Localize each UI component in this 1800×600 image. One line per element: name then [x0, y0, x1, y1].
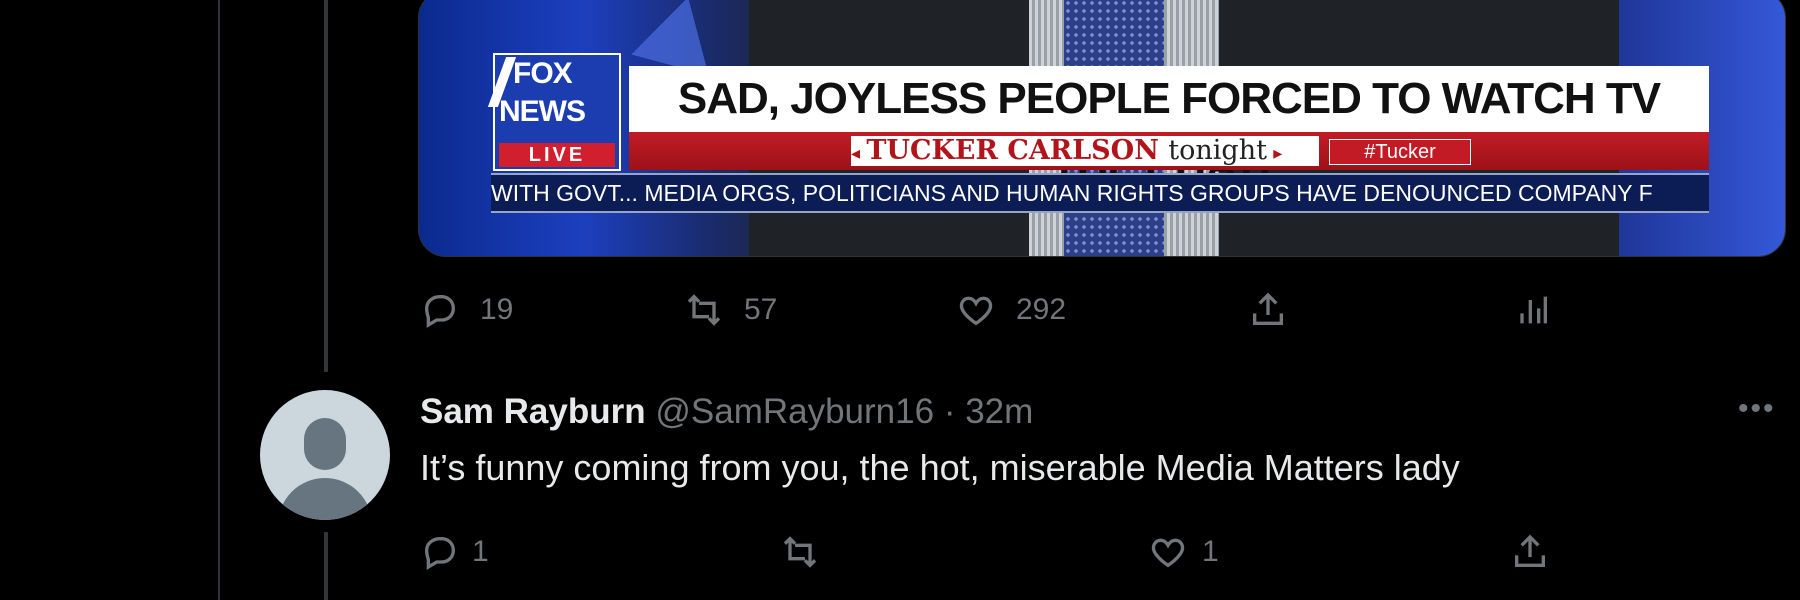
logo-line2: NEWS	[499, 95, 586, 128]
reply-like-count: 1	[1202, 535, 1219, 568]
heart-icon	[1151, 538, 1185, 568]
reply-reply-count: 1	[472, 535, 489, 568]
news-ticker: WITH GOVT... MEDIA ORGS, POLITICIANS AND…	[491, 173, 1709, 213]
heart-icon	[959, 296, 993, 326]
reply-share-action[interactable]	[1510, 532, 1550, 572]
analytics-action[interactable]	[1512, 290, 1552, 330]
like-action[interactable]: 292	[956, 290, 1066, 330]
reply-like-action[interactable]: 1	[1148, 532, 1219, 572]
reply-reply-action[interactable]: 1	[420, 532, 489, 572]
reply-action[interactable]: 19	[420, 290, 513, 330]
reply-count: 19	[480, 293, 514, 326]
reply-icon	[424, 537, 456, 570]
fox-news-logo: FOX NEWS LIVE	[487, 53, 621, 171]
retweet-icon	[783, 536, 817, 568]
like-count: 292	[1016, 293, 1067, 326]
share-icon	[1253, 292, 1283, 325]
display-name[interactable]: Sam Rayburn	[420, 392, 646, 431]
show-title: ◂ TUCKER CARLSON tonight ▸	[851, 136, 1319, 166]
thread-line-lower	[324, 532, 328, 600]
retweet-icon	[687, 294, 721, 326]
chyron-headline: SAD, JOYLESS PEOPLE FORCED TO WATCH TV T…	[629, 66, 1709, 189]
thread-line	[324, 0, 328, 372]
reply-retweet-action[interactable]	[780, 532, 820, 572]
meta-separator: ·	[943, 392, 956, 431]
show-suffix: tonight	[1168, 135, 1267, 166]
timestamp[interactable]: 32m	[965, 392, 1033, 431]
reply-text: It’s funny coming from you, the hot, mis…	[420, 447, 1460, 488]
reply-icon	[424, 295, 456, 328]
retweet-action[interactable]: 57	[684, 290, 777, 330]
hashtag-badge: #Tucker	[1329, 139, 1471, 165]
live-badge: LIVE	[499, 143, 615, 167]
logo-line1: FOX	[513, 57, 573, 90]
background-star	[631, 0, 727, 76]
avatar[interactable]	[260, 390, 390, 520]
more-options-icon[interactable]: •••	[1738, 392, 1776, 426]
user-handle[interactable]: @SamRayburn16	[655, 392, 934, 431]
chyron-subbar: ◂ TUCKER CARLSON tonight ▸ #Tucker	[629, 132, 1709, 170]
reply-header: Sam Rayburn @SamRayburn16 · 32m	[420, 392, 1033, 432]
analytics-icon	[1520, 296, 1547, 324]
show-name: TUCKER CARLSON	[866, 135, 1159, 166]
share-action[interactable]	[1248, 290, 1288, 330]
tweet-media-image[interactable]: FOX NEWS LIVE SAD, JOYLESS PEOPLE FORCED…	[418, 0, 1786, 257]
retweet-count: 57	[744, 293, 778, 326]
column-border	[218, 0, 220, 600]
share-icon	[1515, 534, 1545, 567]
